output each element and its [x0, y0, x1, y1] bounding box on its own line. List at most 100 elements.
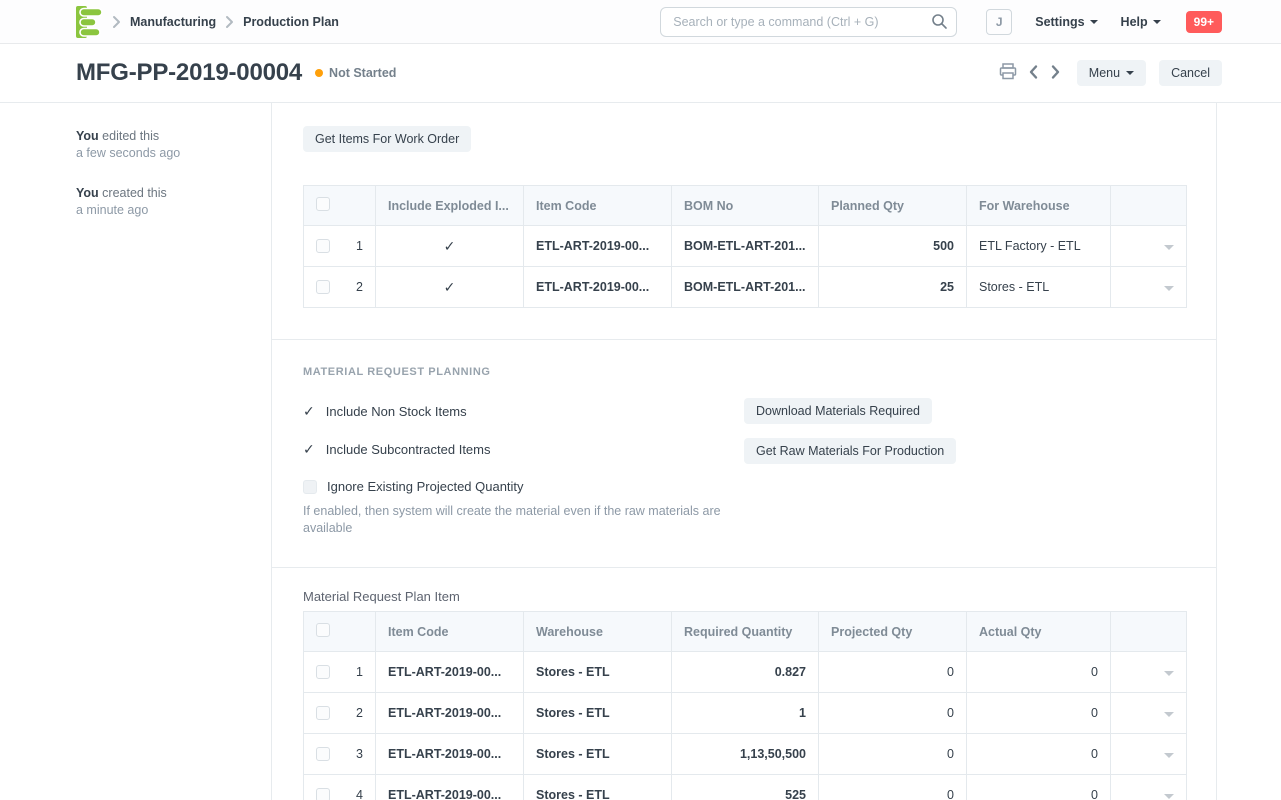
previous-document-button[interactable] [1028, 64, 1039, 83]
actual-qty-cell[interactable]: 0 [967, 734, 1111, 775]
print-button[interactable] [999, 63, 1017, 83]
required-quantity-cell[interactable]: 525 [672, 775, 819, 800]
row-checkbox[interactable] [316, 280, 330, 294]
actual-qty-cell[interactable]: 0 [967, 775, 1111, 800]
include-subcontracted-items-checkbox[interactable]: ✓ Include Subcontracted Items [303, 441, 744, 458]
next-document-button[interactable] [1050, 64, 1061, 83]
checkbox-label: Include Subcontracted Items [326, 442, 491, 457]
projected-qty-cell[interactable]: 0 [819, 693, 967, 734]
breadcrumb-production-plan[interactable]: Production Plan [243, 15, 339, 29]
field-description: If enabled, then system will create the … [303, 503, 744, 537]
page-head: MFG-PP-2019-00004 Not Started Menu Cance… [0, 44, 1281, 103]
row-checkbox[interactable] [316, 706, 330, 720]
column-header: Item Code [376, 612, 524, 652]
row-checkbox[interactable] [316, 665, 330, 679]
dropdown-arrow-icon [1164, 712, 1174, 717]
projected-qty-cell[interactable]: 0 [819, 652, 967, 693]
checked-icon[interactable]: ✓ [444, 238, 456, 254]
row-index: 1 [356, 239, 363, 253]
breadcrumb-manufacturing[interactable]: Manufacturing [130, 15, 216, 29]
download-materials-required-button[interactable]: Download Materials Required [744, 398, 932, 424]
menu-label: Menu [1089, 66, 1120, 80]
get-raw-materials-for-production-button[interactable]: Get Raw Materials For Production [744, 438, 956, 464]
bom-no-cell[interactable]: BOM-ETL-ART-201... [672, 226, 819, 267]
search-input[interactable] [660, 7, 957, 37]
required-quantity-cell[interactable]: 0.827 [672, 652, 819, 693]
column-header: Required Quantity [672, 612, 819, 652]
item-code-cell[interactable]: ETL-ART-2019-00... [376, 693, 524, 734]
dropdown-arrow-icon [1164, 794, 1174, 799]
warehouse-cell[interactable]: Stores - ETL [524, 652, 672, 693]
item-code-cell[interactable]: ETL-ART-2019-00... [524, 226, 672, 267]
column-header: For Warehouse [967, 186, 1111, 226]
row-expand-button[interactable] [1111, 693, 1187, 734]
table-row[interactable]: 3 ETL-ART-2019-00... Stores - ETL 1,13,5… [304, 734, 1187, 775]
form-sidebar: You edited this a few seconds ago You cr… [0, 103, 272, 800]
item-code-cell[interactable]: ETL-ART-2019-00... [376, 652, 524, 693]
row-expand-button[interactable] [1111, 652, 1187, 693]
row-index: 2 [356, 706, 363, 720]
item-code-cell[interactable]: ETL-ART-2019-00... [524, 267, 672, 308]
search-icon[interactable] [931, 13, 948, 33]
comment-action: created this [99, 186, 167, 200]
required-quantity-cell[interactable]: 1 [672, 693, 819, 734]
warehouse-cell[interactable]: Stores - ETL [524, 775, 672, 800]
projected-qty-cell[interactable]: 0 [819, 775, 967, 800]
for-warehouse-cell[interactable]: ETL Factory - ETL [967, 226, 1111, 267]
table-row[interactable]: 1 ✓ ETL-ART-2019-00... BOM-ETL-ART-201..… [304, 226, 1187, 267]
help-menu[interactable]: Help [1121, 15, 1161, 29]
app-logo-icon[interactable] [76, 6, 103, 38]
actual-qty-cell[interactable]: 0 [967, 652, 1111, 693]
column-header: Actual Qty [967, 612, 1111, 652]
chevron-left-icon [1028, 64, 1039, 83]
get-items-for-work-order-button[interactable]: Get Items For Work Order [303, 126, 471, 152]
cancel-button[interactable]: Cancel [1159, 60, 1222, 86]
row-expand-button[interactable] [1111, 267, 1187, 308]
global-search [660, 7, 957, 37]
ignore-existing-projected-quantity-checkbox[interactable]: Ignore Existing Projected Quantity [303, 479, 744, 494]
checked-icon: ✓ [303, 441, 315, 458]
row-expand-button[interactable] [1111, 226, 1187, 267]
status-badge: Not Started [329, 66, 396, 80]
table-row[interactable]: 4 ETL-ART-2019-00... Stores - ETL 525 0 … [304, 775, 1187, 800]
row-expand-button[interactable] [1111, 775, 1187, 800]
avatar[interactable]: J [986, 9, 1012, 35]
item-code-cell[interactable]: ETL-ART-2019-00... [376, 734, 524, 775]
row-checkbox[interactable] [316, 747, 330, 761]
row-checkbox[interactable] [316, 788, 330, 800]
row-expand-button[interactable] [1111, 734, 1187, 775]
chevron-right-icon [225, 15, 234, 29]
checked-icon[interactable]: ✓ [444, 279, 456, 295]
planned-qty-cell[interactable]: 500 [819, 226, 967, 267]
chevron-right-icon [1050, 64, 1061, 83]
printer-icon [999, 63, 1017, 83]
row-checkbox[interactable] [316, 239, 330, 253]
for-warehouse-cell[interactable]: Stores - ETL [967, 267, 1111, 308]
dropdown-arrow-icon [1164, 286, 1174, 291]
actual-qty-cell[interactable]: 0 [967, 693, 1111, 734]
menu-button[interactable]: Menu [1077, 60, 1146, 86]
projected-qty-cell[interactable]: 0 [819, 734, 967, 775]
row-index: 1 [356, 665, 363, 679]
column-header: Include Exploded I... [376, 186, 524, 226]
notifications-badge[interactable]: 99+ [1186, 11, 1222, 33]
dropdown-arrow-icon [1164, 245, 1174, 250]
select-all-checkbox[interactable] [316, 623, 330, 637]
table-row[interactable]: 2 ✓ ETL-ART-2019-00... BOM-ETL-ART-201..… [304, 267, 1187, 308]
table-header-row: Item Code Warehouse Required Quantity Pr… [304, 612, 1187, 652]
comment-timestamp: a few seconds ago [76, 146, 180, 160]
planned-qty-cell[interactable]: 25 [819, 267, 967, 308]
include-non-stock-items-checkbox[interactable]: ✓ Include Non Stock Items [303, 403, 744, 420]
settings-menu[interactable]: Settings [1035, 15, 1097, 29]
table-row[interactable]: 2 ETL-ART-2019-00... Stores - ETL 1 0 0 [304, 693, 1187, 734]
table-row[interactable]: 1 ETL-ART-2019-00... Stores - ETL 0.827 … [304, 652, 1187, 693]
warehouse-cell[interactable]: Stores - ETL [524, 693, 672, 734]
warehouse-cell[interactable]: Stores - ETL [524, 734, 672, 775]
column-header: Planned Qty [819, 186, 967, 226]
column-header: Item Code [524, 186, 672, 226]
required-quantity-cell[interactable]: 1,13,50,500 [672, 734, 819, 775]
bom-no-cell[interactable]: BOM-ETL-ART-201... [672, 267, 819, 308]
select-all-checkbox[interactable] [316, 197, 330, 211]
item-code-cell[interactable]: ETL-ART-2019-00... [376, 775, 524, 800]
mrp-right-column: Download Materials Required Get Raw Mate… [744, 382, 1185, 537]
